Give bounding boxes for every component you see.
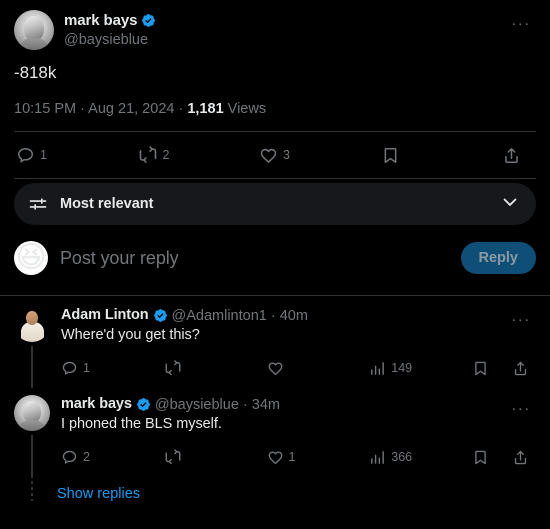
comment-icon: [62, 361, 77, 375]
bookmark-icon: [475, 361, 486, 375]
chevron-down-icon[interactable]: [500, 192, 520, 217]
share-action[interactable]: [512, 360, 534, 377]
verified-badge-icon: [153, 309, 167, 322]
verified-badge-icon: [142, 14, 156, 27]
tweet-text: -818k: [14, 63, 57, 82]
verified-badge-icon: [136, 398, 150, 411]
author-handle[interactable]: @baysieblue: [64, 31, 156, 50]
views-action[interactable]: 366: [369, 449, 472, 466]
reply-timestamp[interactable]: 40m: [280, 308, 308, 324]
bookmark-icon: [475, 450, 486, 464]
laughing-emoji-icon: 😆: [15, 241, 47, 274]
more-options-icon[interactable]: ···: [506, 12, 536, 34]
comment-icon: [62, 450, 77, 464]
like-action[interactable]: 3: [259, 146, 381, 165]
thread-connector-line: [31, 435, 33, 475]
heart-icon: [268, 362, 282, 375]
tweet-date: Aug 21, 2024: [88, 101, 175, 117]
main-action-bar: 1 2 3: [14, 132, 536, 178]
analytics-icon: [371, 361, 385, 375]
reply-item: mark bays @baysieblue · 34m ··· I phoned…: [0, 385, 550, 501]
analytics-icon: [371, 450, 385, 464]
reply-header: Adam Linton @Adamlinton1 · 40m ···: [61, 306, 536, 327]
meta-sep-1: ·: [76, 101, 89, 117]
heart-icon: [260, 148, 277, 163]
views-label: Views: [227, 101, 267, 117]
retweet-action[interactable]: 2: [138, 145, 260, 165]
reply-submit-button[interactable]: Reply: [460, 241, 536, 275]
heart-icon: [268, 451, 282, 464]
meta-sep-2: ·: [174, 101, 188, 117]
avatar[interactable]: [14, 10, 54, 50]
retweet-count: 2: [162, 147, 170, 162]
reply-content: Adam Linton @Adamlinton1 · 40m ··· Where…: [61, 306, 536, 385]
retweet-icon: [139, 146, 156, 163]
views-count: 1,181: [187, 101, 224, 117]
sort-replies-bar[interactable]: Most relevant: [14, 183, 536, 225]
thread-connector-line: [31, 346, 33, 388]
avatar[interactable]: [14, 395, 50, 431]
author-nameline: mark bays: [64, 11, 156, 30]
author-names: mark bays @baysieblue: [64, 10, 156, 50]
reply-composer: 😆 Post your reply Reply: [0, 225, 550, 295]
like-count: 1: [288, 450, 296, 464]
reply-author-name[interactable]: Adam Linton: [61, 306, 149, 325]
reply-author-name[interactable]: mark bays: [61, 395, 132, 414]
sort-label: Most relevant: [60, 196, 154, 212]
share-action[interactable]: [502, 146, 530, 165]
comment-icon: [18, 147, 33, 163]
views-count: 149: [391, 361, 413, 375]
x-post-thread-view: mark bays @baysieblue ··· -818k 10:15 PM…: [0, 0, 550, 529]
more-options-icon[interactable]: ···: [506, 397, 536, 419]
show-replies-link[interactable]: Show replies: [0, 474, 550, 502]
reply-author-handle[interactable]: @Adamlinton1: [172, 308, 267, 324]
author-display-name[interactable]: mark bays: [64, 11, 137, 30]
reply-sep: ·: [270, 307, 276, 324]
reply-count: 2: [83, 450, 90, 464]
like-action[interactable]: 1: [267, 449, 370, 466]
views-action[interactable]: 149: [369, 360, 472, 377]
reply-action-bar: 2 1 366: [61, 440, 536, 474]
reply-count: 1: [83, 361, 90, 375]
tweet-time: 10:15 PM: [14, 101, 77, 117]
main-tweet-header: mark bays @baysieblue ···: [14, 10, 536, 50]
reply-count: 1: [40, 147, 47, 162]
avatar[interactable]: [14, 306, 50, 342]
retweet-action[interactable]: [164, 359, 267, 377]
reply-input-placeholder[interactable]: Post your reply: [60, 248, 179, 269]
sliders-icon: [29, 198, 47, 210]
bookmark-icon: [384, 147, 396, 163]
reply-sep: ·: [242, 396, 248, 413]
reply-text: I phoned the BLS myself.: [61, 416, 222, 432]
reply-author-handle[interactable]: @baysieblue: [155, 397, 239, 413]
views-count: 366: [391, 450, 413, 464]
bookmark-action[interactable]: [472, 360, 512, 377]
tweet-metadata: 10:15 PM · Aug 21, 2024 · 1,181 Views: [14, 101, 536, 131]
reply-content: mark bays @baysieblue · 34m ··· I phoned…: [61, 395, 536, 474]
reply-item: Adam Linton @Adamlinton1 · 40m ··· Where…: [0, 296, 550, 388]
share-icon: [514, 450, 527, 464]
reply-action[interactable]: 1: [16, 146, 138, 165]
retweet-action[interactable]: [164, 448, 267, 466]
reply-timestamp[interactable]: 34m: [252, 397, 280, 413]
share-icon: [505, 147, 518, 163]
bookmark-action[interactable]: [381, 146, 503, 165]
reply-text: Where'd you get this?: [61, 327, 200, 343]
reply-action-bar: 1 149: [61, 351, 536, 385]
divider-bottom: [14, 178, 536, 179]
bookmark-action[interactable]: [472, 449, 512, 466]
share-action[interactable]: [512, 449, 534, 466]
reply-header: mark bays @baysieblue · 34m ···: [61, 395, 536, 416]
retweet-icon: [165, 449, 181, 465]
avatar[interactable]: 😆: [14, 241, 48, 275]
main-tweet: mark bays @baysieblue ··· -818k 10:15 PM…: [0, 0, 550, 179]
retweet-icon: [165, 360, 181, 376]
reply-action[interactable]: 1: [61, 360, 164, 377]
more-options-icon[interactable]: ···: [506, 308, 536, 330]
thread-connector-dotted: [31, 475, 33, 501]
like-action[interactable]: [267, 360, 370, 377]
share-icon: [514, 361, 527, 375]
like-count: 3: [283, 147, 290, 162]
reply-action[interactable]: 2: [61, 449, 164, 466]
